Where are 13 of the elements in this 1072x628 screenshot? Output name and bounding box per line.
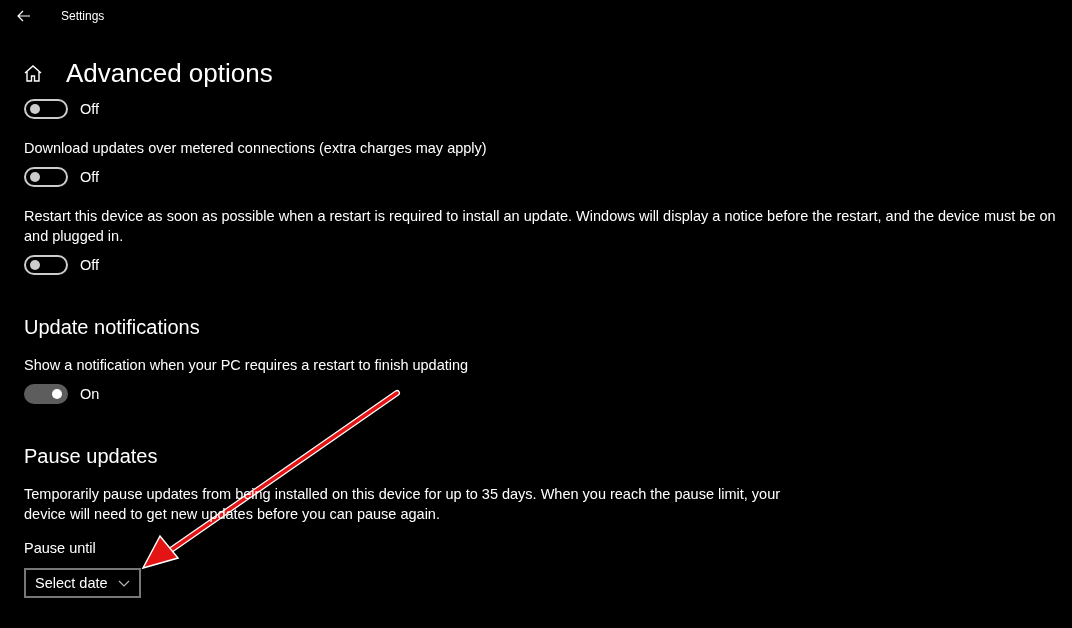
section-heading: Update notifications: [24, 316, 201, 339]
setting-description: Download updates over metered connections (extra charges may apply): [24, 139, 488, 158]
setting-description: Show a notification when your PC requires a restart to finish updating: [24, 356, 470, 375]
toggle-state: Off: [80, 257, 100, 273]
toggle-state: Off: [80, 101, 100, 117]
toggle-state: Off: [80, 169, 100, 185]
page-title: Advanced options: [66, 57, 273, 89]
window-title: Settings: [61, 9, 105, 23]
setting-description: Restart this device as soon as possible when a restart is required to install an update. Windows will display a notice before the restart, and the device must be on and plugged in.: [24, 207, 1057, 246]
date-dropdown[interactable]: Select date: [24, 568, 141, 598]
toggle-state: On: [80, 386, 100, 402]
section-heading: Pause updates: [24, 445, 159, 468]
field-label: Pause until: [24, 540, 97, 556]
